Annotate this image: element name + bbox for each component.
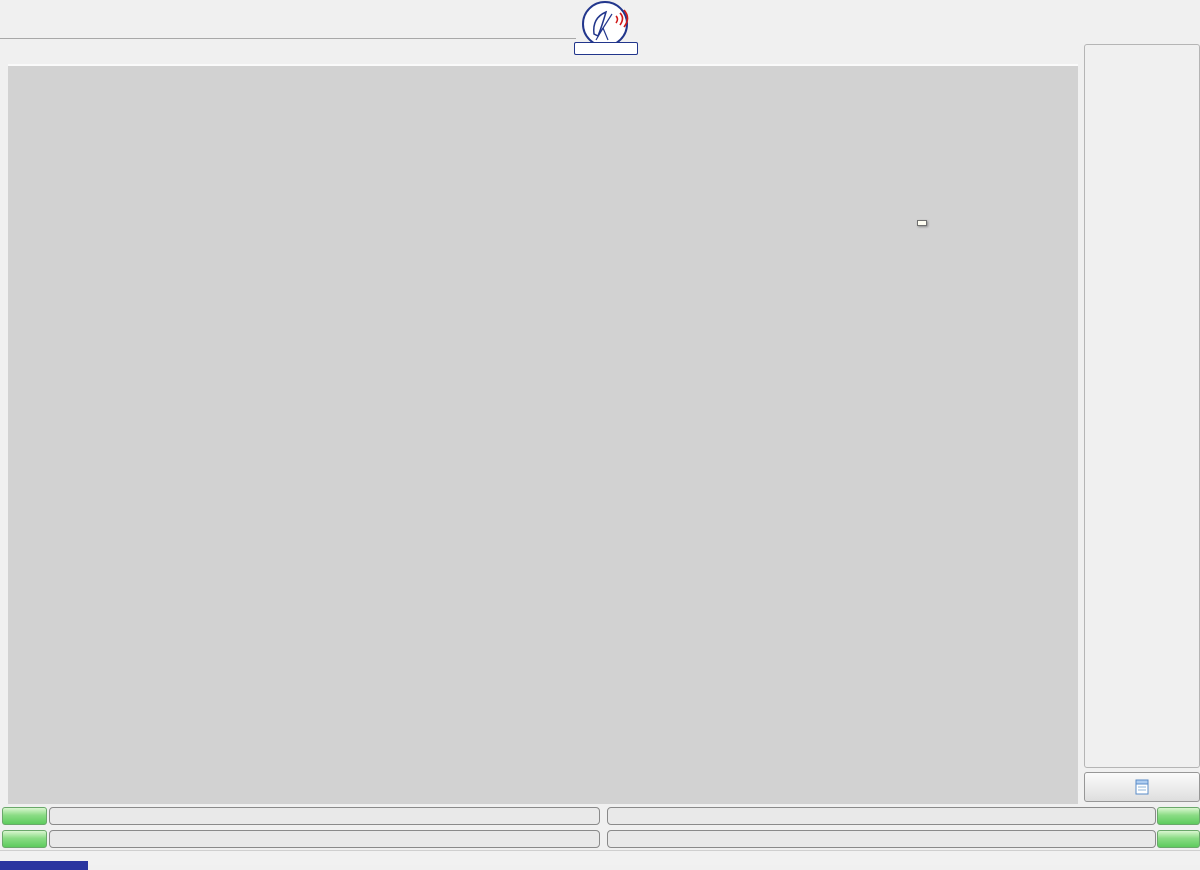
world-clocks [646,2,1198,46]
stream-list-button[interactable] [1084,772,1200,802]
present-button[interactable] [2,807,47,825]
logo-text [574,42,638,55]
sync-ts-button[interactable] [1157,830,1200,848]
ber-progress-bar [607,807,1156,825]
signal-monitor-chart[interactable] [8,64,1078,804]
snr-progress-bar [49,807,600,825]
header-divider [0,38,576,39]
dxsatcs-logo [572,0,638,54]
chart-tooltip [917,220,927,226]
taskbar-fragment[interactable] [0,861,88,870]
lock-button[interactable] [2,830,47,848]
level-progress-bar [607,830,1156,848]
transponder-panel [1084,44,1200,768]
list-icon [1135,779,1149,795]
snr-plot[interactable] [8,66,1078,804]
tuner-app-window [0,0,1200,870]
status-bar [0,850,1200,865]
quality-progress-bar [49,830,600,848]
input-ts-button[interactable] [1157,807,1200,825]
